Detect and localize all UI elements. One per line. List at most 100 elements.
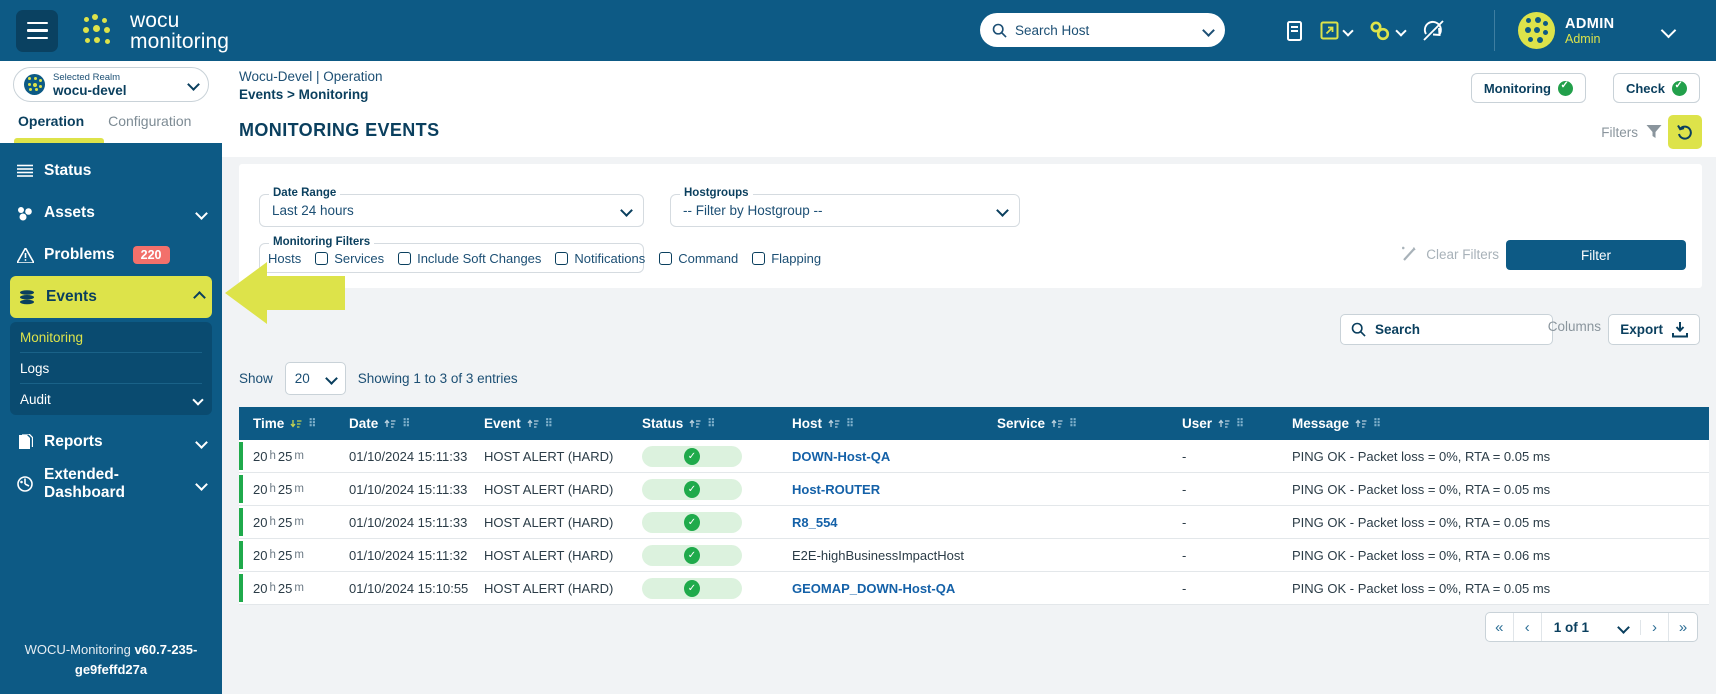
column-resize-grip[interactable]: ⠿ — [1373, 417, 1380, 430]
pagination-prev-button[interactable]: ‹ — [1514, 613, 1542, 641]
date-range-select[interactable]: Date Range Last 24 hours — [259, 194, 644, 227]
brand-logo-area[interactable]: wocu monitoring — [82, 10, 229, 52]
column-header-time[interactable]: Time ⠿ — [239, 416, 335, 431]
menu-toggle-button[interactable] — [16, 10, 58, 52]
settings-gears-icon[interactable] — [1368, 20, 1405, 42]
chevron-down-icon[interactable] — [1342, 25, 1353, 36]
table-row[interactable]: 20h25m 01/10/2024 15:11:33 HOST ALERT (H… — [239, 440, 1709, 473]
clear-filters-button[interactable]: Clear Filters — [1401, 246, 1499, 262]
checkbox-box[interactable] — [398, 252, 411, 265]
table-row[interactable]: 20h25m 01/10/2024 15:11:33 HOST ALERT (H… — [239, 473, 1709, 506]
pagination-first-button[interactable]: « — [1486, 613, 1514, 641]
cell-host[interactable]: DOWN-Host-QA — [778, 449, 983, 464]
chevron-down-icon[interactable] — [1617, 621, 1630, 634]
column-resize-grip[interactable]: ⠿ — [707, 417, 714, 430]
tab-operation[interactable]: Operation — [18, 108, 84, 129]
checkbox-flapping[interactable]: Flapping — [752, 251, 821, 266]
realm-selector[interactable]: Selected Realm wocu-devel — [13, 67, 209, 102]
sort-asc-icon[interactable] — [527, 418, 539, 430]
no-refresh-icon[interactable] — [1421, 18, 1446, 43]
realm-text: Selected Realm wocu-devel — [53, 72, 189, 98]
sidebar-item-events[interactable]: Events — [10, 276, 212, 318]
chevron-down-icon[interactable] — [195, 478, 208, 491]
refresh-button[interactable] — [1668, 115, 1702, 149]
chevron-down-icon[interactable] — [192, 394, 203, 405]
cell-host[interactable]: GEOMAP_DOWN-Host-QA — [778, 581, 983, 596]
column-resize-grip[interactable]: ⠿ — [545, 417, 552, 430]
column-resize-grip[interactable]: ⠿ — [308, 417, 315, 430]
checkbox-notifications[interactable]: Notifications — [555, 251, 645, 266]
export-button[interactable]: Export — [1608, 314, 1700, 345]
chevron-down-icon[interactable] — [195, 207, 208, 220]
filter-button[interactable]: Filter — [1506, 240, 1686, 270]
cell-host[interactable]: Host-ROUTER — [778, 482, 983, 497]
checkbox-box[interactable] — [315, 252, 328, 265]
column-header-user[interactable]: User ⠿ — [1168, 416, 1278, 431]
table-row[interactable]: 20h25m 01/10/2024 15:11:33 HOST ALERT (H… — [239, 506, 1709, 539]
column-header-service[interactable]: Service ⠿ — [983, 416, 1168, 431]
column-header-host[interactable]: Host ⠿ — [778, 416, 983, 431]
cell-user: - — [1168, 449, 1278, 464]
sort-asc-icon[interactable] — [1218, 418, 1230, 430]
check-status-pill[interactable]: Check — [1613, 73, 1700, 103]
sort-asc-icon[interactable] — [1355, 418, 1367, 430]
column-resize-grip[interactable]: ⠿ — [1069, 417, 1076, 430]
hostgroups-select[interactable]: Hostgroups -- Filter by Hostgroup -- — [670, 194, 1020, 227]
checkbox-hosts[interactable]: Hosts — [268, 251, 301, 266]
cell-host[interactable]: R8_554 — [778, 515, 983, 530]
column-header-event[interactable]: Event ⠿ — [470, 416, 628, 431]
sidebar-item-audit[interactable]: Audit — [20, 384, 202, 415]
checkbox-services[interactable]: Services — [315, 251, 384, 266]
chevron-down-icon[interactable] — [187, 78, 200, 91]
checkbox-include-soft-changes[interactable]: Include Soft Changes — [398, 251, 541, 266]
chevron-down-icon[interactable] — [996, 204, 1009, 217]
pagination-last-button[interactable]: » — [1669, 613, 1697, 641]
sidebar-item-assets[interactable]: Assets — [0, 192, 222, 234]
monitoring-status-pill[interactable]: Monitoring — [1471, 73, 1586, 103]
table-row[interactable]: 20h25m 01/10/2024 15:11:32 HOST ALERT (H… — [239, 539, 1709, 572]
table-search-input[interactable]: Search — [1340, 314, 1553, 345]
sort-asc-icon[interactable] — [384, 418, 396, 430]
chevron-down-icon[interactable] — [1660, 23, 1676, 39]
checkbox-box[interactable] — [555, 252, 568, 265]
chevron-down-icon[interactable] — [325, 372, 338, 385]
sort-asc-icon[interactable] — [689, 418, 701, 430]
sort-desc-icon[interactable] — [290, 418, 302, 430]
time-minutes-unit: m — [294, 549, 304, 561]
pagination-page-select[interactable]: 1 of 1 — [1542, 620, 1641, 635]
cell-date: 01/10/2024 15:11:33 — [335, 449, 470, 464]
chevron-down-icon[interactable] — [1202, 24, 1215, 37]
sort-asc-icon[interactable] — [828, 418, 840, 430]
sort-asc-icon[interactable] — [1051, 418, 1063, 430]
column-header-date[interactable]: Date ⠿ — [335, 416, 470, 431]
column-header-message[interactable]: Message ⠿ — [1278, 416, 1709, 431]
table-row[interactable]: 20h25m 01/10/2024 15:10:55 HOST ALERT (H… — [239, 572, 1709, 605]
column-resize-grip[interactable]: ⠿ — [402, 417, 409, 430]
chevron-up-icon[interactable] — [193, 291, 206, 304]
external-link-icon[interactable] — [1320, 21, 1352, 40]
checkbox-box[interactable] — [659, 252, 672, 265]
column-header-status[interactable]: Status ⠿ — [628, 416, 778, 431]
chevron-down-icon[interactable] — [1395, 25, 1406, 36]
sidebar-item-problems[interactable]: Problems 220 — [0, 234, 222, 276]
sidebar-item-logs[interactable]: Logs — [20, 353, 202, 384]
sidebar-item-monitoring[interactable]: Monitoring — [20, 322, 202, 353]
chevron-down-icon[interactable] — [620, 204, 633, 217]
sidebar-item-extended-dashboard[interactable]: Extended-Dashboard — [0, 463, 222, 505]
chevron-down-icon[interactable] — [195, 436, 208, 449]
page-size-select[interactable]: 20 — [285, 362, 346, 395]
filter-funnel-icon[interactable] — [1646, 124, 1662, 144]
time-minutes: 25 — [278, 581, 292, 596]
checkbox-command[interactable]: Command — [659, 251, 738, 266]
sidebar-item-status[interactable]: Status — [0, 150, 222, 192]
search-host-input[interactable]: Search Host — [980, 13, 1225, 47]
search-placeholder: Search — [1375, 322, 1420, 337]
pagination-next-button[interactable]: › — [1641, 613, 1669, 641]
column-resize-grip[interactable]: ⠿ — [846, 417, 853, 430]
column-resize-grip[interactable]: ⠿ — [1236, 417, 1243, 430]
notes-icon[interactable] — [1285, 21, 1304, 41]
user-menu[interactable]: ADMIN Admin — [1518, 0, 1674, 61]
tab-configuration[interactable]: Configuration — [108, 108, 191, 129]
checkbox-box[interactable] — [752, 252, 765, 265]
sidebar-item-reports[interactable]: Reports — [0, 421, 222, 463]
